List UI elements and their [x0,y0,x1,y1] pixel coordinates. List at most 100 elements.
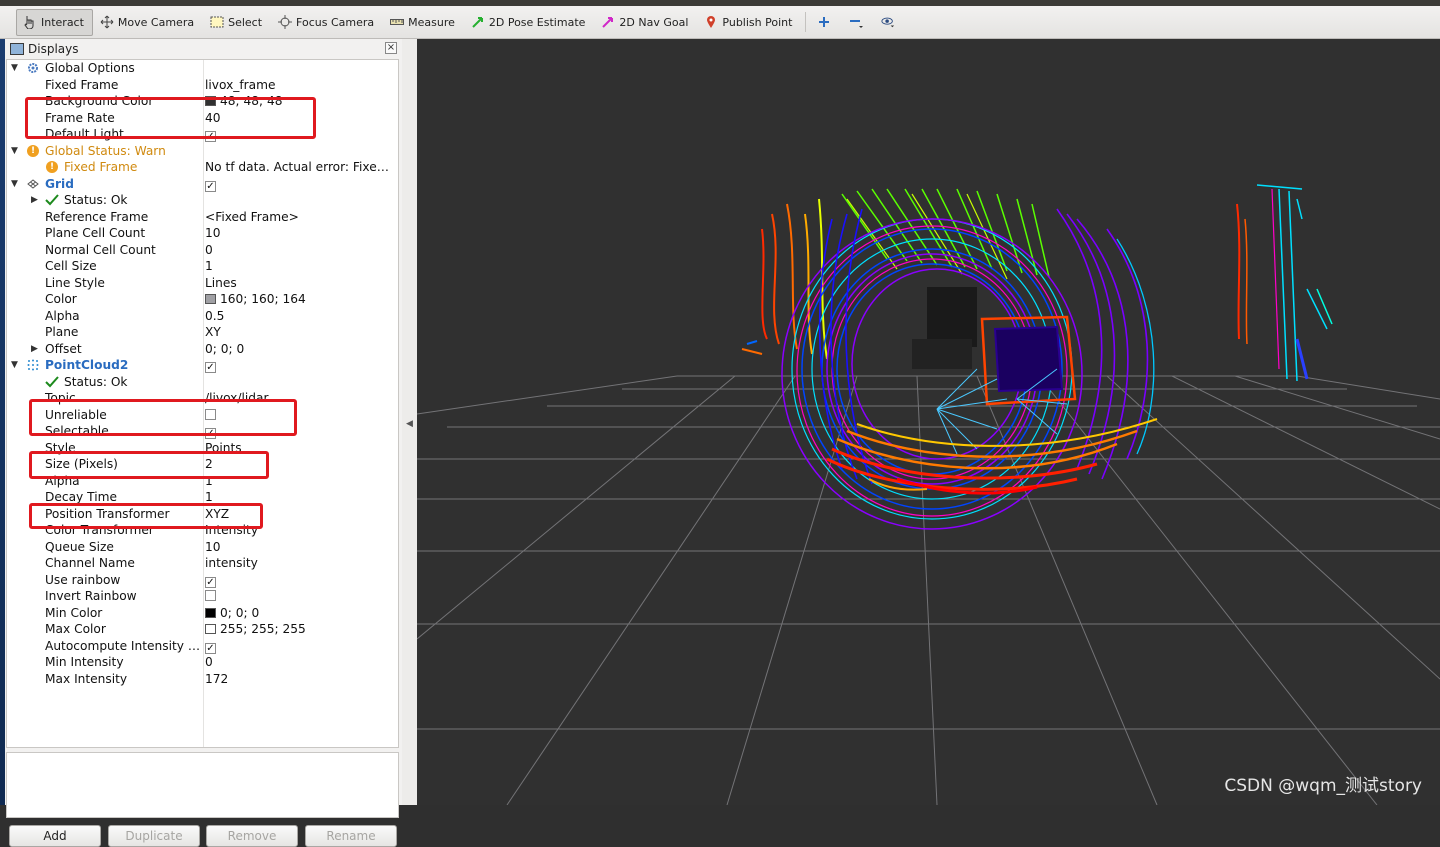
tree-row-fixed-frame[interactable]: Fixed Frame livox_frame [7,77,398,94]
tree-row-color[interactable]: Color 160; 160; 164 [7,291,398,308]
autocompute-checkbox[interactable]: ✓ [205,642,216,654]
tree-row-pointcloud2[interactable]: ▼ PointCloud2 ✓ [7,357,398,374]
expand-arrow-icon[interactable]: ▼ [11,143,18,159]
max-intensity-value[interactable]: 172 [205,671,228,687]
duplicate-button[interactable]: Duplicate [108,825,200,847]
add-button[interactable]: Add [9,825,101,847]
tree-row-max-intensity[interactable]: Max Intensity 172 [7,671,398,688]
expand-arrow-icon[interactable]: ▼ [11,357,18,373]
collapse-arrow-icon[interactable]: ▶ [31,192,38,208]
pointcloud2-label: PointCloud2 [45,358,129,372]
checkmark-icon [45,375,59,388]
queue-size-value[interactable]: 10 [205,539,221,555]
tree-row-status-fixed-frame[interactable]: ! Fixed Frame No tf data. Actual error: … [7,159,398,176]
color-swatch [205,607,216,618]
tree-row-cell-size[interactable]: Cell Size 1 [7,258,398,275]
channel-name-name: Channel Name [45,556,135,570]
min-intensity-value[interactable]: 0 [205,654,213,670]
use-rainbow-checkbox[interactable]: ✓ [205,576,216,588]
nav-goal-tool-button[interactable]: 2D Nav Goal [594,9,697,36]
3d-viewport[interactable]: CSDN @wqm_测试story [417,39,1440,805]
tree-row-line-style[interactable]: Line Style Lines [7,275,398,292]
plane-cell-count-value[interactable]: 10 [205,225,221,241]
displays-panel-title: Displays [28,41,79,56]
property-description-box [6,752,399,818]
viewport-canvas[interactable]: CSDN @wqm_测试story [417,39,1440,805]
grid-enabled-checkbox[interactable]: ✓ [205,180,216,192]
normal-cell-count-value[interactable]: 0 [205,242,213,258]
reference-frame-value[interactable]: <Fixed Frame> [205,209,299,225]
fixed-frame-value[interactable]: livox_frame [205,77,276,93]
tree-row-grid[interactable]: ▼ Grid ✓ [7,176,398,193]
fixed-frame-name: Fixed Frame [45,77,119,92]
tree-row-alpha[interactable]: Alpha 0.5 [7,308,398,325]
tree-row-plane-cell-count[interactable]: Plane Cell Count 10 [7,225,398,242]
rename-button[interactable]: Rename [305,825,397,847]
panel-splitter[interactable]: ◀ [402,39,417,805]
tree-row-max-color[interactable]: Max Color 255; 255; 255 [7,621,398,638]
tree-row-min-intensity[interactable]: Min Intensity 0 [7,654,398,671]
eye-icon [881,15,895,29]
tree-row-pc-status[interactable]: Status: Ok [7,374,398,391]
pc-status-name: Status: Ok [64,374,128,389]
pointcloud2-enabled-checkbox[interactable]: ✓ [205,362,216,373]
max-color-value[interactable]: 255; 255; 255 [205,621,306,637]
invert-rainbow-cell [205,588,216,604]
invert-rainbow-name: Invert Rainbow [45,589,137,603]
tree-row-reference-frame[interactable]: Reference Frame <Fixed Frame> [7,209,398,226]
queue-size-name: Queue Size [45,539,114,554]
color-name: Color [45,292,77,306]
min-color-value[interactable]: 0; 0; 0 [205,605,259,621]
tree-row-normal-cell-count[interactable]: Normal Cell Count 0 [7,242,398,259]
plane-value[interactable]: XY [205,324,221,340]
grid-display-icon [27,178,39,190]
tree-row-queue-size[interactable]: Queue Size 10 [7,539,398,556]
collapse-left-icon[interactable]: ◀ [406,419,413,429]
ruler-icon [390,15,405,29]
channel-name-value[interactable]: intensity [205,555,258,571]
point-cloud-icon [27,359,39,371]
color-text: 160; 160; 164 [220,292,306,306]
add-tool-button[interactable] [810,9,842,36]
tree-row-offset[interactable]: ▶ Offset 0; 0; 0 [7,341,398,358]
tree-row-grid-status[interactable]: ▶ Status: Ok [7,192,398,209]
ground-grid [417,375,1440,805]
tree-row-channel-name[interactable]: Channel Name intensity [7,555,398,572]
plane-name: Plane [45,325,79,339]
global-status-label: Global Status: Warn [45,143,166,158]
max-color-text: 255; 255; 255 [220,622,306,636]
displays-panel-header: Displays [5,39,402,58]
tree-row-plane[interactable]: Plane XY [7,324,398,341]
tree-row-use-rainbow[interactable]: Use rainbow ✓ [7,572,398,589]
select-tool-button[interactable]: Select [203,9,271,36]
line-style-name: Line Style [45,275,105,290]
expand-arrow-icon[interactable]: ▼ [11,176,18,192]
measure-tool-button[interactable]: Measure [383,9,464,36]
alpha-value[interactable]: 0.5 [205,308,224,324]
collapse-arrow-icon[interactable]: ▶ [31,341,38,357]
use-rainbow-name: Use rainbow [45,572,121,587]
view-options-button[interactable] [874,9,906,36]
cell-size-value[interactable]: 1 [205,258,213,274]
invert-rainbow-checkbox[interactable] [205,590,216,601]
tree-row-autocompute[interactable]: Autocompute Intensity … ✓ [7,638,398,655]
remove-button[interactable]: Remove [206,825,298,847]
move-camera-tool-button[interactable]: Move Camera [93,9,203,36]
min-color-text: 0; 0; 0 [220,605,260,620]
interact-tool-button[interactable]: Interact [16,8,93,36]
expand-arrow-icon[interactable]: ▼ [11,60,18,76]
offset-value[interactable]: 0; 0; 0 [205,341,244,357]
publish-point-tool-button[interactable]: Publish Point [697,9,801,36]
line-style-value[interactable]: Lines [205,275,237,291]
tree-row-min-color[interactable]: Min Color 0; 0; 0 [7,605,398,622]
tree-row-global-options[interactable]: ▼ Global Options [7,60,398,77]
tree-row-invert-rainbow[interactable]: Invert Rainbow [7,588,398,605]
remove-tool-button[interactable] [842,9,874,36]
close-icon[interactable]: × [385,42,397,54]
pose-estimate-tool-button[interactable]: 2D Pose Estimate [464,9,595,36]
displays-tree[interactable]: ▼ Global Options Fixed Frame livox_frame… [6,59,399,748]
tree-row-global-status[interactable]: ▼ ! Global Status: Warn [7,143,398,160]
focus-camera-tool-button[interactable]: Focus Camera [271,9,383,36]
color-value[interactable]: 160; 160; 164 [205,291,306,307]
minus-icon [849,15,864,29]
